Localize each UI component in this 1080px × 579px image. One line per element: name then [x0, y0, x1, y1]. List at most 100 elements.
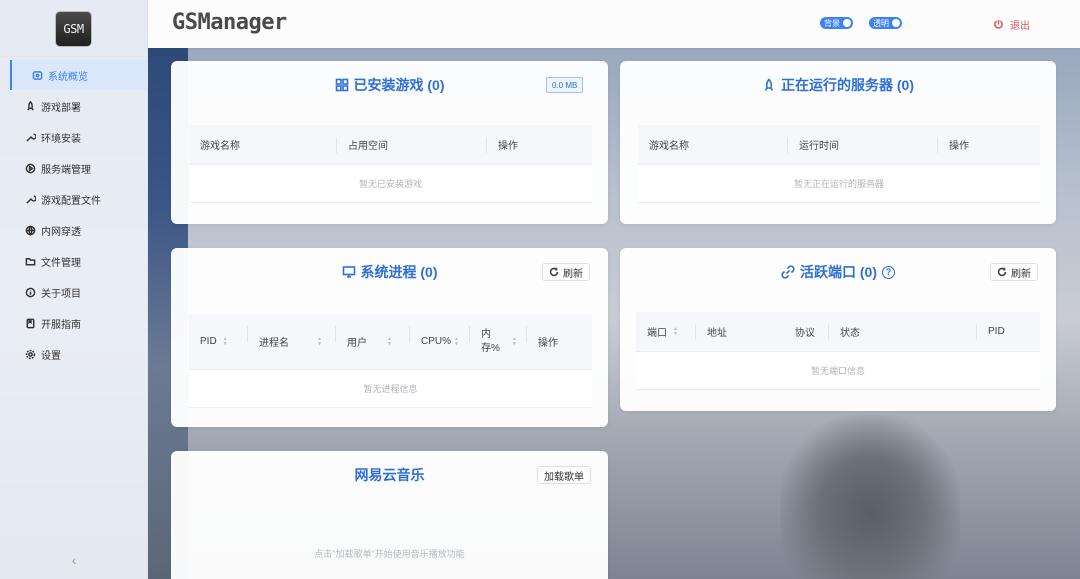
active-ports-card: 活跃端口 (0) ? 刷新 端口 ▲ ▼ 地址 协议 状态 PID 暂无端口信息 [620, 248, 1056, 411]
column-label: 端口 [647, 328, 667, 339]
info-icon [24, 286, 36, 298]
refresh-processes-button[interactable]: 刷新 [542, 263, 590, 281]
card-title: 正在运行的服务器 (0) [620, 75, 1056, 95]
logo-divider [0, 56, 148, 57]
transparent-toggle[interactable]: 透明 [869, 17, 902, 29]
sidebar-item-label: 关于项目 [41, 288, 81, 300]
column-header[interactable]: 端口 ▲ ▼ [636, 312, 696, 351]
installed-games-card: 已安装游戏 (0) 0.0 MB 游戏名称 占用空间 操作 暂无已安装游戏 [171, 61, 608, 224]
toggle-knob [892, 19, 900, 27]
play-circle-icon [24, 162, 36, 174]
sidebar-item-game-config[interactable]: 游戏配置文件 [0, 184, 148, 214]
column-header[interactable]: CPU% ▲ ▼ [410, 314, 470, 369]
wrench-icon [24, 193, 36, 205]
column-header[interactable]: 操作 [527, 314, 592, 369]
column-header[interactable]: 内 存% ▲ ▼ [470, 314, 527, 369]
sidebar-item-about[interactable]: 关于项目 [0, 277, 148, 307]
toggle-label: 透明 [873, 18, 889, 28]
column-label: 内 存% [481, 328, 500, 354]
column-label: 进程名 [259, 338, 289, 349]
refresh-ports-button[interactable]: 刷新 [990, 263, 1038, 281]
card-title-text: 正在运行的服务器 (0) [781, 77, 914, 93]
sort-icon: ▲ ▼ [511, 335, 517, 347]
column-header[interactable]: 协议 [784, 312, 829, 351]
link-icon [781, 265, 795, 279]
running-servers-table: 游戏名称 运行时间 操作 暂无正在运行的服务器 [638, 125, 1040, 203]
card-title-text: 已安装游戏 (0) [353, 77, 445, 93]
sidebar-item-label: 游戏配置文件 [41, 195, 101, 207]
sidebar-item-overview[interactable]: 系统概览 [10, 60, 148, 90]
rocket-icon [24, 100, 36, 112]
sidebar-item-server-manage[interactable]: 服务端管理 [0, 153, 148, 183]
card-title-text: 活跃端口 (0) [800, 264, 877, 280]
column-header[interactable]: PID ▲ ▼ [189, 314, 248, 369]
rocket-icon [764, 78, 774, 91]
sidebar-item-label: 设置 [41, 350, 61, 362]
wrench-icon [24, 131, 36, 143]
button-label: 加载歌单 [544, 471, 584, 483]
column-header[interactable]: 地址 [696, 312, 784, 351]
sidebar-item-tunnel[interactable]: 内网穿透 [0, 215, 148, 245]
sidebar-item-label: 环境安装 [41, 133, 81, 145]
column-header[interactable]: 占用空间 [337, 125, 487, 164]
logo-text: GSM [63, 22, 84, 36]
column-header[interactable]: 操作 [938, 125, 1040, 164]
card-title-text: 系统进程 (0) [360, 264, 438, 280]
top-header: GSManager 背景 透明 退出 [148, 0, 1080, 48]
empty-state: 暂无已安装游戏 [189, 165, 592, 203]
folder-icon [24, 255, 36, 267]
sidebar-item-env-install[interactable]: 环境安装 [0, 122, 148, 152]
refresh-icon [549, 267, 559, 277]
column-header[interactable]: 游戏名称 [638, 125, 788, 164]
disk-usage-badge: 0.0 MB [546, 77, 584, 93]
column-header[interactable]: 操作 [487, 125, 592, 164]
refresh-icon [997, 267, 1007, 277]
brand-title: GSManager [172, 10, 287, 35]
logout-button[interactable]: 退出 [993, 17, 1030, 32]
column-header[interactable]: 状态 [829, 312, 977, 351]
sidebar-item-settings[interactable]: 设置 [0, 339, 148, 369]
empty-state: 暂无进程信息 [189, 370, 592, 408]
sidebar-item-label: 文件管理 [41, 257, 81, 269]
card-title: 已安装游戏 (0) [171, 75, 608, 95]
sidebar-item-label: 服务端管理 [41, 164, 91, 176]
button-label: 刷新 [563, 268, 583, 280]
system-processes-card: 系统进程 (0) 刷新 PID ▲ ▼ 进程名 ▲ ▼ 用户 ▲ ▼ CPU% ▲ ▼ 内 存%… [171, 248, 608, 427]
app-logo[interactable]: GSM [55, 11, 92, 47]
sidebar-item-label: 开服指南 [41, 319, 81, 331]
book-icon [24, 317, 36, 329]
globe-icon [24, 224, 36, 236]
column-header[interactable]: 进程名 ▲ ▼ [248, 314, 336, 369]
sort-icon: ▲ ▼ [222, 335, 228, 347]
sidebar-item-label: 游戏部署 [41, 102, 81, 114]
help-icon[interactable]: ? [882, 265, 895, 279]
logout-icon [994, 19, 1003, 29]
sidebar-nav: 系统概览 游戏部署 环境安装 服务端管理 游戏配置文件 内网穿透 文件管理 关于… [0, 60, 148, 370]
button-label: 刷新 [1011, 268, 1031, 280]
sort-icon: ▲ ▼ [673, 325, 678, 337]
music-hint: 点击"加载歌单"开始使用音乐播放功能 [314, 549, 465, 559]
background-toggle[interactable]: 背景 [820, 17, 853, 29]
sidebar-item-files[interactable]: 文件管理 [0, 246, 148, 276]
monitor-icon [342, 266, 355, 278]
sidebar-item-deploy[interactable]: 游戏部署 [0, 91, 148, 121]
column-label: PID [200, 336, 217, 347]
chevron-left-icon: ‹ [71, 552, 77, 568]
sort-icon: ▲ ▼ [387, 335, 392, 347]
collapse-sidebar-button[interactable]: ‹ [66, 552, 82, 568]
column-header[interactable]: 用户 ▲ ▼ [336, 314, 410, 369]
toggle-knob [843, 19, 851, 27]
column-header[interactable]: 运行时间 [788, 125, 938, 164]
column-header[interactable]: PID [977, 312, 1040, 351]
sidebar-item-label: 内网穿透 [41, 226, 81, 238]
sidebar-item-guide[interactable]: 开服指南 [0, 308, 148, 338]
running-servers-card: 正在运行的服务器 (0) 游戏名称 运行时间 操作 暂无正在运行的服务器 [620, 61, 1056, 224]
load-playlist-button[interactable]: 加载歌单 [537, 466, 591, 484]
toggle-label: 背景 [824, 18, 840, 28]
sort-icon: ▲ ▼ [454, 335, 459, 347]
music-card: 网易云音乐 加载歌单 点击"加载歌单"开始使用音乐播放功能 [171, 451, 608, 579]
column-header[interactable]: 游戏名称 [189, 125, 337, 164]
sort-icon: ▲ ▼ [317, 335, 322, 347]
gear-icon [24, 348, 36, 360]
logout-label: 退出 [1010, 21, 1030, 32]
